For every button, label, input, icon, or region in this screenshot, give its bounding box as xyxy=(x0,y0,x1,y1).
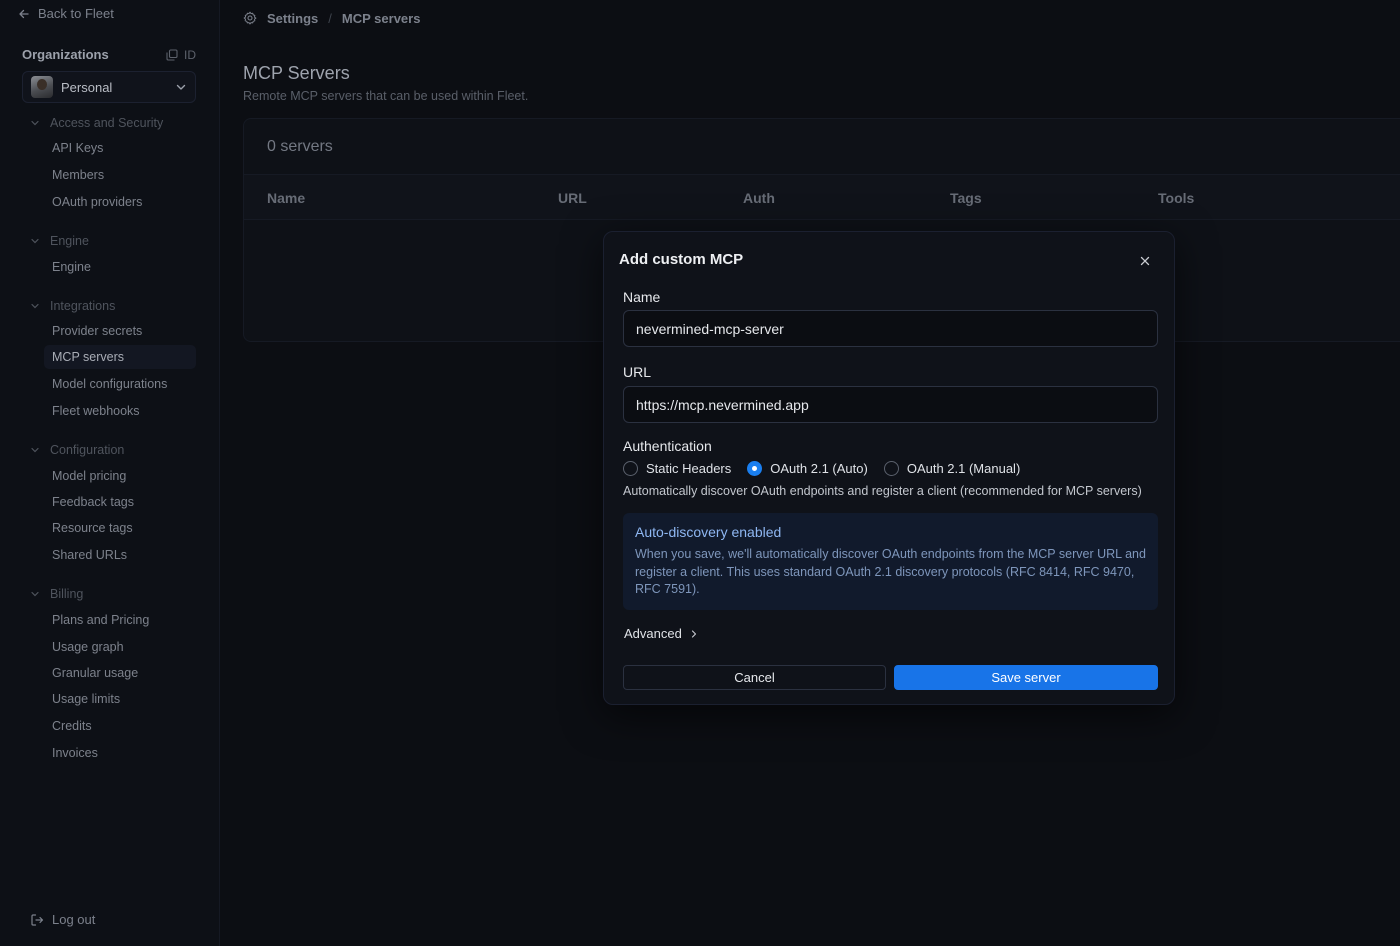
breadcrumb: Settings / MCP servers xyxy=(243,9,420,27)
sidebar-item-shared-urls[interactable]: Shared URLs xyxy=(44,543,196,567)
name-input[interactable] xyxy=(623,310,1158,347)
info-title: Auto-discovery enabled xyxy=(635,524,782,540)
chevron-down-icon xyxy=(31,238,39,244)
authentication-help-text: Automatically discover OAuth endpoints a… xyxy=(623,484,1142,498)
sidebar: Back to Fleet Organizations ID Personal … xyxy=(0,0,220,946)
section-label: Configuration xyxy=(50,443,125,457)
copy-icon xyxy=(166,48,178,61)
url-label: URL xyxy=(623,364,652,380)
radio-label: OAuth 2.1 (Manual) xyxy=(906,461,1021,476)
sidebar-item-oauth-providers[interactable]: OAuth providers xyxy=(44,190,196,214)
column-tools[interactable]: Tools xyxy=(1158,190,1194,206)
breadcrumb-current: MCP servers xyxy=(341,10,421,26)
sidebar-item-members[interactable]: Members xyxy=(44,163,196,187)
name-label: Name xyxy=(623,289,661,305)
authentication-radio-group: Static Headers OAuth 2.1 (Auto) OAuth 2.… xyxy=(623,461,1036,476)
table-header: Name URL Auth Tags Tools xyxy=(244,174,1400,220)
section-label: Engine xyxy=(50,234,89,248)
radio-button-selected[interactable] xyxy=(747,461,763,476)
server-count: 0 servers xyxy=(267,138,333,155)
section-label: Access and Security xyxy=(50,116,164,130)
section-access-and-security[interactable]: Access and Security xyxy=(30,116,163,130)
page-title: MCP Servers xyxy=(243,63,350,83)
column-name[interactable]: Name xyxy=(267,190,305,206)
section-billing[interactable]: Billing xyxy=(30,587,83,601)
sidebar-item-api-keys[interactable]: API Keys xyxy=(44,136,196,160)
org-id-label: ID xyxy=(184,47,196,62)
section-label: Billing xyxy=(50,587,84,601)
chevron-right-icon xyxy=(691,629,696,638)
radio-label: Static Headers xyxy=(646,461,732,476)
sidebar-item-feedback-tags[interactable]: Feedback tags xyxy=(44,490,196,514)
section-integrations[interactable]: Integrations xyxy=(30,299,115,313)
advanced-toggle[interactable]: Advanced xyxy=(624,626,698,641)
section-configuration[interactable]: Configuration xyxy=(30,443,124,457)
dialog-title: Add custom MCP xyxy=(619,251,744,268)
logout-label: Log out xyxy=(52,912,96,927)
breadcrumb-separator: / xyxy=(328,10,332,26)
back-to-fleet-link[interactable]: Back to Fleet xyxy=(18,6,114,21)
sidebar-item-engine[interactable]: Engine xyxy=(44,255,196,279)
radio-static-headers[interactable]: Static Headers xyxy=(623,461,731,476)
sidebar-item-model-configurations[interactable]: Model configurations xyxy=(44,372,196,396)
column-auth[interactable]: Auth xyxy=(743,190,775,206)
section-engine[interactable]: Engine xyxy=(30,234,89,248)
breadcrumb-settings[interactable]: Settings xyxy=(267,11,318,26)
sidebar-item-credits[interactable]: Credits xyxy=(44,714,196,738)
column-url[interactable]: URL xyxy=(558,190,587,206)
sidebar-item-usage-graph[interactable]: Usage graph xyxy=(44,635,196,659)
sidebar-item-fleet-webhooks[interactable]: Fleet webhooks xyxy=(44,399,196,423)
chevron-down-icon xyxy=(31,120,39,126)
organizations-header: Organizations ID xyxy=(22,47,196,62)
chevron-down-icon xyxy=(31,591,39,597)
section-label: Integrations xyxy=(50,299,116,313)
radio-button[interactable] xyxy=(883,461,899,476)
sidebar-item-model-pricing[interactable]: Model pricing xyxy=(44,464,196,488)
logout-button[interactable]: Log out xyxy=(30,912,95,927)
column-tags[interactable]: Tags xyxy=(950,190,982,206)
organizations-title: Organizations xyxy=(22,47,109,62)
avatar xyxy=(31,76,53,98)
sidebar-item-plans-and-pricing[interactable]: Plans and Pricing xyxy=(44,608,196,632)
sidebar-item-resource-tags[interactable]: Resource tags xyxy=(44,516,196,540)
close-icon xyxy=(1140,256,1150,266)
url-input[interactable] xyxy=(623,386,1158,423)
copy-org-id-button[interactable]: ID xyxy=(166,48,196,62)
chevron-down-icon xyxy=(31,447,39,453)
radio-button[interactable] xyxy=(623,461,638,476)
cancel-button[interactable]: Cancel xyxy=(623,665,886,690)
radio-oauth-auto[interactable]: OAuth 2.1 (Auto) xyxy=(747,461,868,476)
chevron-down-icon xyxy=(31,303,39,309)
organization-selected: Personal xyxy=(61,79,113,95)
advanced-label: Advanced xyxy=(624,626,682,641)
organization-select[interactable]: Personal xyxy=(22,71,196,103)
sidebar-item-invoices[interactable]: Invoices xyxy=(44,741,196,765)
back-to-fleet-label: Back to Fleet xyxy=(38,6,114,21)
close-button[interactable] xyxy=(1136,252,1154,270)
radio-oauth-manual[interactable]: OAuth 2.1 (Manual) xyxy=(883,461,1021,476)
gear-icon xyxy=(243,11,257,25)
add-custom-mcp-dialog: Add custom MCP Name URL Authentication S… xyxy=(603,231,1175,705)
sidebar-item-granular-usage[interactable]: Granular usage xyxy=(44,661,196,685)
logout-icon xyxy=(31,913,44,926)
sidebar-item-usage-limits[interactable]: Usage limits xyxy=(44,687,196,711)
sidebar-item-provider-secrets[interactable]: Provider secrets xyxy=(44,319,196,343)
auto-discovery-info: Auto-discovery enabled When you save, we… xyxy=(623,513,1158,610)
arrow-left-icon xyxy=(19,9,29,18)
chevron-down-icon xyxy=(176,84,186,90)
save-server-button[interactable]: Save server xyxy=(894,665,1158,690)
page-subtitle: Remote MCP servers that can be used with… xyxy=(243,89,529,103)
info-text: When you save, we'll automatically disco… xyxy=(635,547,1146,596)
authentication-label: Authentication xyxy=(623,438,712,454)
radio-label: OAuth 2.1 (Auto) xyxy=(770,461,868,476)
sidebar-item-mcp-servers[interactable]: MCP servers xyxy=(44,345,196,369)
